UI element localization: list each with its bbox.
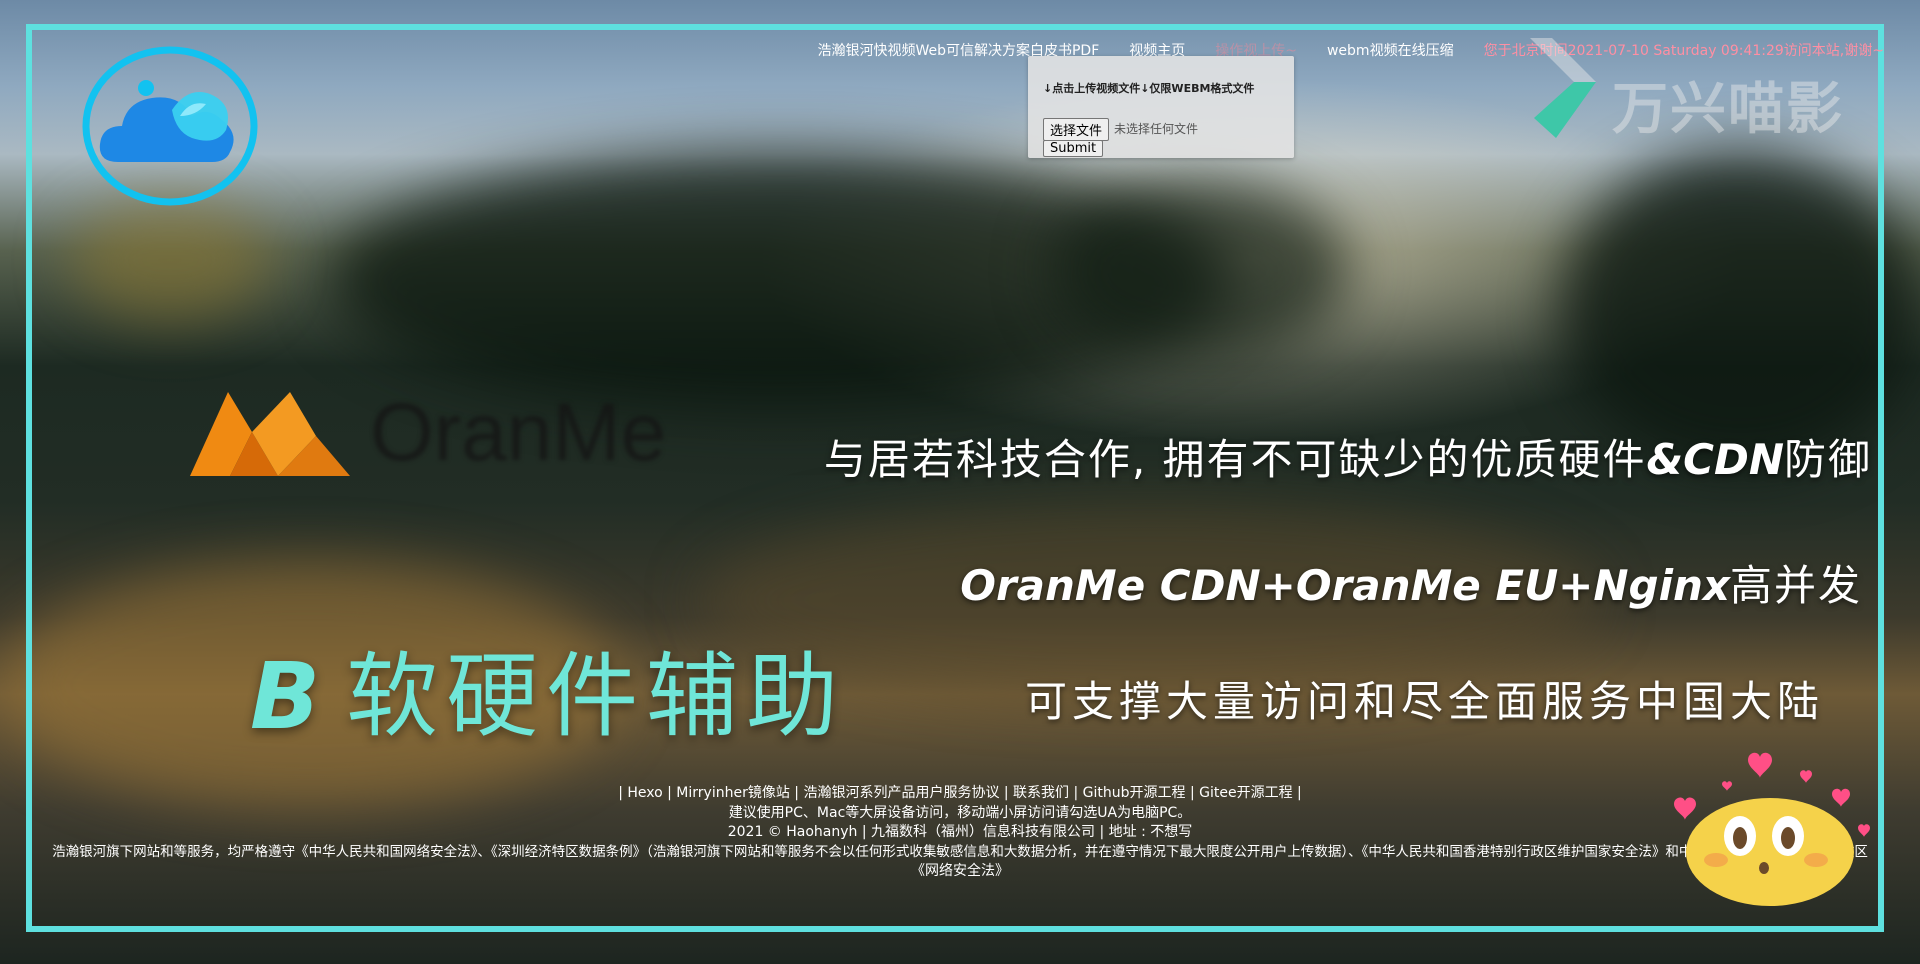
bg-tree-blob [1050, 180, 1350, 360]
heart-icon [1832, 788, 1850, 807]
footer-advice: 建议使用PC、Mac等大屏设备访问，移动端小屏访问请勾选UA为电脑PC。 [728, 804, 1192, 821]
footer-legal-2: 《网络安全法》 [911, 863, 1009, 879]
bg-tree-blob [1560, 150, 1920, 470]
wanxing-brand-text: 万兴喵影 [1612, 77, 1844, 142]
cloud-logo-icon[interactable] [80, 46, 260, 206]
submit-button[interactable]: Submit [1043, 140, 1104, 157]
heart-icon [1858, 824, 1870, 837]
heart-icon [1800, 770, 1812, 783]
oranme-logo: OranMe [190, 380, 750, 490]
no-file-text: 未选择任何文件 [1114, 122, 1199, 136]
wanxing-logo-icon [1530, 38, 1596, 138]
oranme-wordmark: OranMe [370, 387, 667, 478]
choose-file-button[interactable]: 选择文件 [1043, 118, 1110, 141]
bg-foliage-blob [70, 200, 270, 320]
oranme-logo-icon [190, 392, 350, 476]
headline-service: 可支撑大量访问和尽全面服务中国大陆 [1024, 677, 1824, 726]
section-title: B 软硬件辅助 [250, 643, 847, 750]
headline-cdn: 与居若科技合作, 拥有不可缺少的优质硬件&CDN防御 [823, 435, 1872, 484]
heart-icon [1748, 752, 1772, 778]
heart-icon [1722, 781, 1732, 791]
upload-panel: ↓点击上传视频文件↓仅限WEBM格式文件 选择文件 未选择任何文件 Submit [1028, 56, 1294, 158]
heart-icon [1674, 797, 1696, 820]
footer-legal: 浩瀚银河旗下网站和等服务，均严格遵守《中华人民共和国网络安全法》、《深圳经济特区… [52, 843, 1868, 860]
footer-copyright: 2021 © Haohanyh | 九福数科（福州）信息科技有限公司 | 地址 … [727, 824, 1193, 840]
wanxing-brand: 万兴喵影 [1500, 34, 1860, 146]
headline-concurrency: OranMe CDN+OranMe EU+Nginx高并发 [960, 561, 1862, 610]
upload-hint: ↓点击上传视频文件↓仅限WEBM格式文件 [1043, 82, 1255, 95]
nav-webm-compress-link[interactable]: webm视频在线压缩 [1327, 40, 1454, 60]
footer: | Hexo | Mirryinher镜像站 | 浩瀚银河系列产品用户服务协议 … [0, 784, 1920, 882]
emoji-mascot-icon[interactable] [1648, 744, 1878, 914]
bg-tree-blob [330, 150, 1230, 410]
footer-links[interactable]: | Hexo | Mirryinher镜像站 | 浩瀚银河系列产品用户服务协议 … [0, 784, 1920, 804]
